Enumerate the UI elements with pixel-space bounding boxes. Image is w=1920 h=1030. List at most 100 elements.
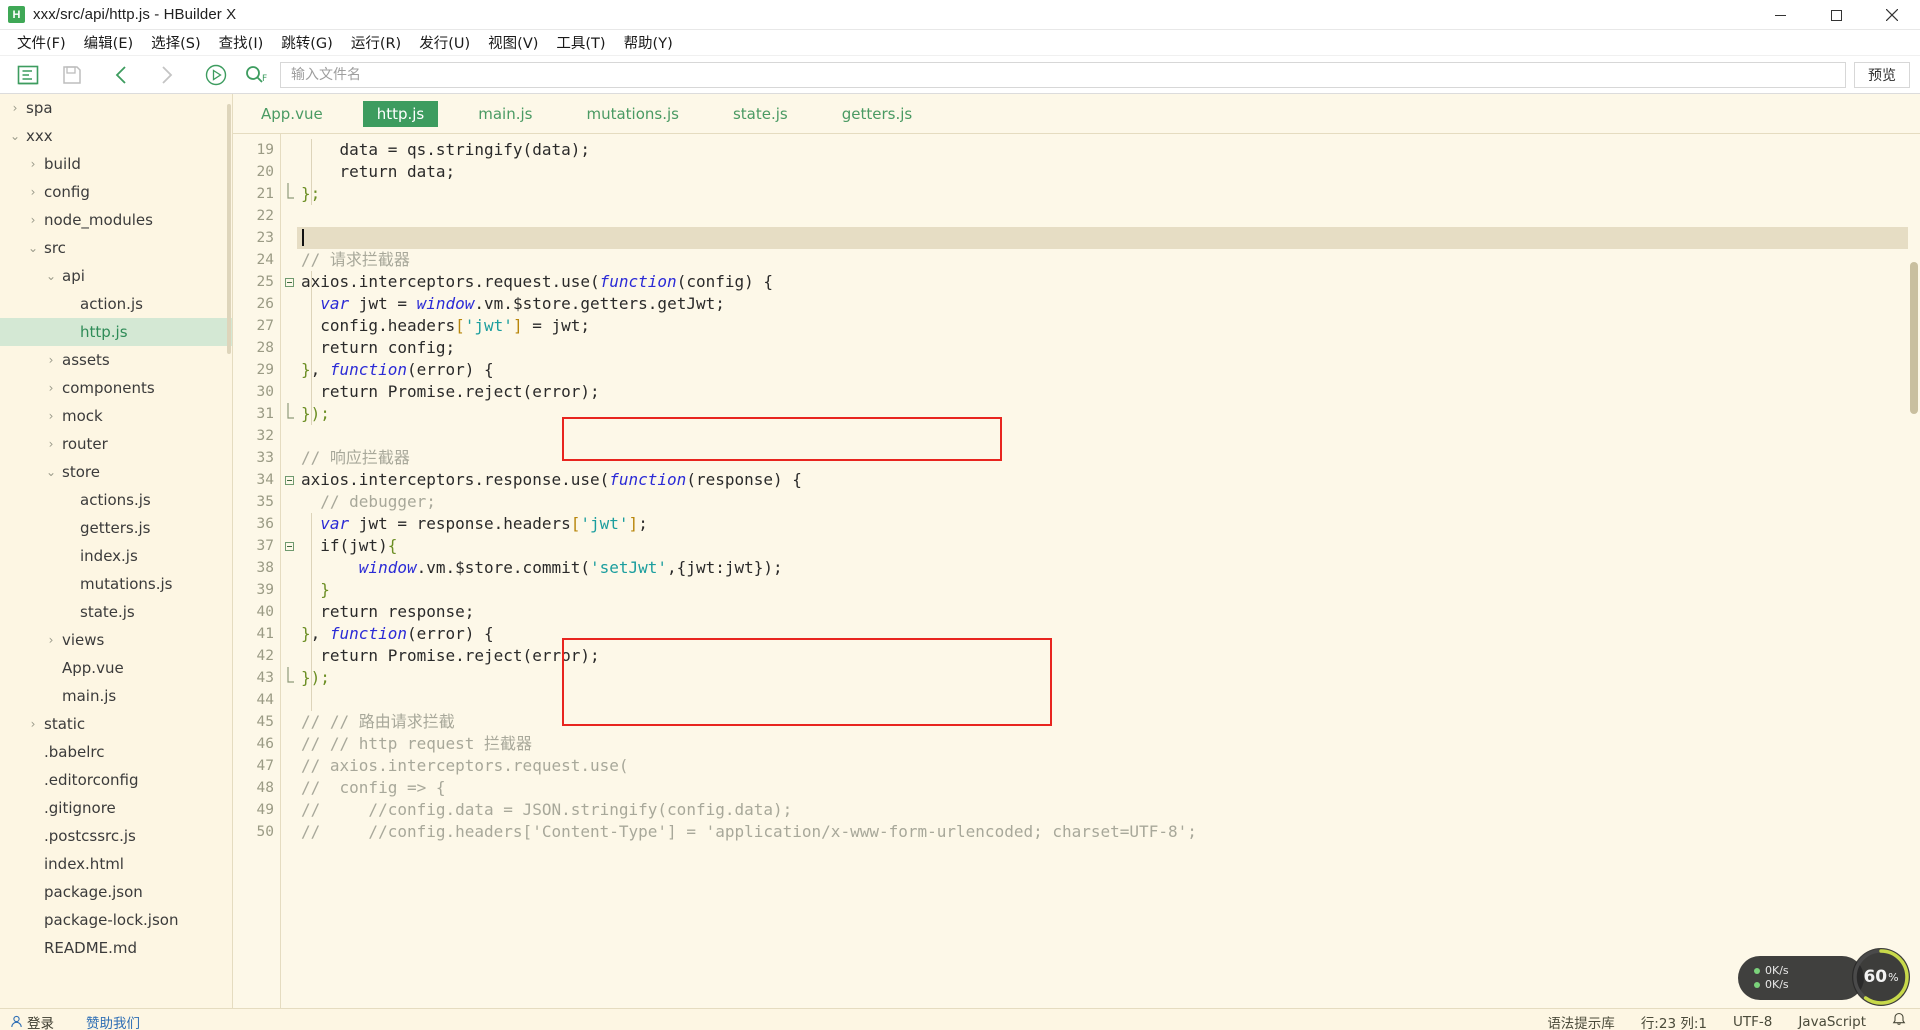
code-line-current[interactable] (297, 227, 1920, 249)
chevron-down-icon[interactable]: ⌄ (44, 465, 58, 479)
tree-item-actions-js[interactable]: actions.js (0, 486, 232, 514)
menu-item-tools[interactable]: 工具(T) (547, 29, 614, 56)
tree-item-static[interactable]: › static (0, 710, 232, 738)
tree-item-spa[interactable]: › spa (0, 94, 232, 122)
fold-toggle-icon[interactable] (281, 271, 297, 293)
tab-http-js[interactable]: http.js (362, 100, 439, 127)
code-line[interactable]: // // 路由请求拦截 (297, 711, 1920, 733)
code-line[interactable]: }); (297, 667, 1920, 689)
code-line[interactable] (297, 205, 1920, 227)
chevron-right-icon[interactable]: › (44, 353, 58, 367)
tab-getters-js[interactable]: getters.js (828, 101, 926, 127)
code-folding-column[interactable] (281, 134, 297, 1008)
preview-button[interactable]: 预览 (1854, 61, 1910, 88)
menu-item-find[interactable]: 查找(I) (210, 29, 273, 56)
tree-item-action-js[interactable]: action.js (0, 290, 232, 318)
editor-scrollbar-track[interactable] (1908, 134, 1920, 1008)
tree-item-src[interactable]: ⌄ src (0, 234, 232, 262)
code-line[interactable]: // // http request 拦截器 (297, 733, 1920, 755)
cursor-position-status[interactable]: 行:23 列:1 (1641, 1012, 1707, 1030)
code-line[interactable]: // 请求拦截器 (297, 249, 1920, 271)
tab-mutations-js[interactable]: mutations.js (572, 101, 693, 127)
code-line[interactable]: if(jwt){ (297, 535, 1920, 557)
editor-scrollbar-thumb[interactable] (1910, 262, 1918, 414)
menu-item-select[interactable]: 选择(S) (142, 29, 210, 56)
code-line[interactable]: window.vm.$store.commit('setJwt',{jwt:jw… (297, 557, 1920, 579)
tree-item--postcssrc-js[interactable]: .postcssrc.js (0, 822, 232, 850)
tab-state-js[interactable]: state.js (719, 101, 802, 127)
tree-item-store[interactable]: ⌄ store (0, 458, 232, 486)
tab-main-js[interactable]: main.js (464, 101, 546, 127)
tree-item-state-js[interactable]: state.js (0, 598, 232, 626)
toggle-sidebar-button[interactable] (6, 59, 50, 91)
minimize-button[interactable] (1752, 0, 1808, 30)
tree-item-mutations-js[interactable]: mutations.js (0, 570, 232, 598)
chevron-right-icon[interactable]: › (26, 157, 40, 171)
fold-toggle-icon[interactable] (281, 469, 297, 491)
code-line[interactable]: }); (297, 403, 1920, 425)
forward-button[interactable] (144, 59, 188, 91)
chevron-right-icon[interactable]: › (44, 437, 58, 451)
sidebar-scrollbar[interactable] (227, 104, 231, 354)
language-mode-status[interactable]: JavaScript (1798, 1014, 1866, 1030)
code-line[interactable]: // //config.headers['Content-Type'] = 'a… (297, 821, 1920, 843)
tree-item-main-js[interactable]: main.js (0, 682, 232, 710)
code-line[interactable]: return response; (297, 601, 1920, 623)
code-line[interactable]: // //config.data = JSON.stringify(config… (297, 799, 1920, 821)
tree-item-app-vue[interactable]: App.vue (0, 654, 232, 682)
code-line[interactable]: }; (297, 183, 1920, 205)
donate-link[interactable]: 赞助我们 (86, 1012, 140, 1030)
login-button[interactable]: 登录 (10, 1012, 54, 1030)
code-line[interactable]: // axios.interceptors.request.use( (297, 755, 1920, 777)
tree-item-api[interactable]: ⌄ api (0, 262, 232, 290)
tree-item--babelrc[interactable]: .babelrc (0, 738, 232, 766)
chevron-down-icon[interactable]: ⌄ (8, 129, 22, 143)
tree-item-router[interactable]: › router (0, 430, 232, 458)
code-line[interactable]: axios.interceptors.response.use(function… (297, 469, 1920, 491)
tree-item-mock[interactable]: › mock (0, 402, 232, 430)
menu-item-view[interactable]: 视图(V) (479, 29, 547, 56)
tree-item-components[interactable]: › components (0, 374, 232, 402)
fold-toggle-icon[interactable] (281, 535, 297, 557)
notification-bell-icon[interactable] (1892, 1012, 1906, 1030)
network-speed-widget[interactable]: 0K/s 0K/s (1738, 956, 1864, 1000)
code-line[interactable]: return Promise.reject(error); (297, 381, 1920, 403)
chevron-right-icon[interactable]: › (44, 633, 58, 647)
code-line[interactable]: config.headers['jwt'] = jwt; (297, 315, 1920, 337)
encoding-status[interactable]: UTF-8 (1733, 1014, 1772, 1030)
tree-item-readme-md[interactable]: README.md (0, 934, 232, 962)
chevron-right-icon[interactable]: › (8, 101, 22, 115)
menu-item-help[interactable]: 帮助(Y) (615, 29, 682, 56)
tree-item-node-modules[interactable]: › node_modules (0, 206, 232, 234)
menu-item-goto[interactable]: 跳转(G) (272, 29, 342, 56)
tree-item-index-js[interactable]: index.js (0, 542, 232, 570)
quick-find-icon[interactable]: F (238, 64, 276, 86)
tree-item-assets[interactable]: › assets (0, 346, 232, 374)
file-search-box[interactable] (280, 61, 1846, 88)
code-line[interactable]: // 响应拦截器 (297, 447, 1920, 469)
code-line[interactable] (297, 425, 1920, 447)
code-line[interactable]: } (297, 579, 1920, 601)
code-line[interactable]: data = qs.stringify(data); (297, 139, 1920, 161)
code-line[interactable] (297, 689, 1920, 711)
tree-item--editorconfig[interactable]: .editorconfig (0, 766, 232, 794)
code-line[interactable]: axios.interceptors.request.use(function(… (297, 271, 1920, 293)
tree-item-http-js[interactable]: http.js (0, 318, 232, 346)
chevron-right-icon[interactable]: › (26, 213, 40, 227)
tab-app-vue[interactable]: App.vue (247, 101, 337, 127)
code-line[interactable]: }, function(error) { (297, 623, 1920, 645)
chevron-right-icon[interactable]: › (26, 185, 40, 199)
menu-item-file[interactable]: 文件(F) (8, 29, 75, 56)
tree-item-package-lock-json[interactable]: package-lock.json (0, 906, 232, 934)
tree-item-getters-js[interactable]: getters.js (0, 514, 232, 542)
code-line[interactable]: // config => { (297, 777, 1920, 799)
syntax-library-status[interactable]: 语法提示库 (1547, 1012, 1615, 1030)
tree-item-package-json[interactable]: package.json (0, 878, 232, 906)
chevron-down-icon[interactable]: ⌄ (26, 241, 40, 255)
tree-item-views[interactable]: › views (0, 626, 232, 654)
code-line[interactable]: // debugger; (297, 491, 1920, 513)
menu-item-run[interactable]: 运行(R) (342, 29, 410, 56)
chevron-down-icon[interactable]: ⌄ (44, 269, 58, 283)
cpu-usage-gauge[interactable]: 60% (1850, 946, 1912, 1008)
back-button[interactable] (100, 59, 144, 91)
